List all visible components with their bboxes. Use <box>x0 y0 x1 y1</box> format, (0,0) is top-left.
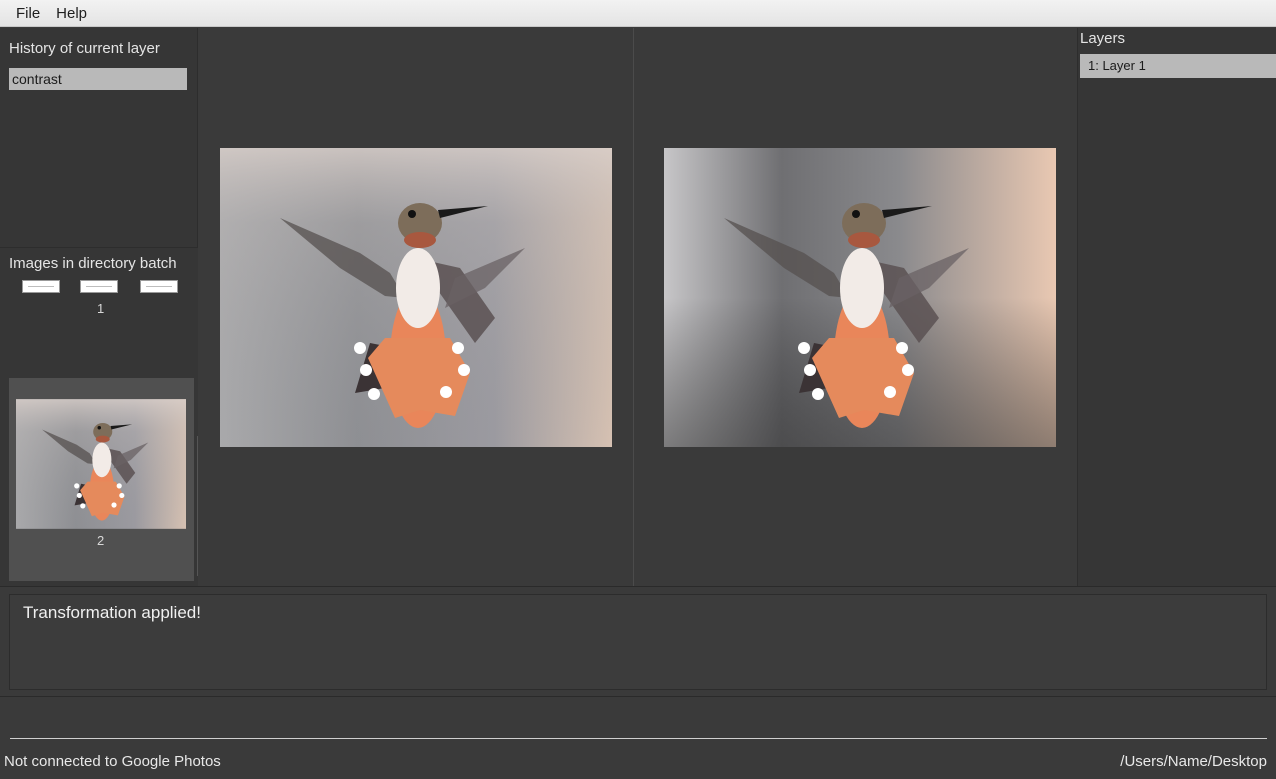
input-underline <box>10 738 1267 739</box>
layer-item-1[interactable]: 1: Layer 1 <box>1080 54 1276 78</box>
menu-help[interactable]: Help <box>48 0 95 27</box>
layers-panel: Layers 1: Layer 1 <box>1077 28 1276 586</box>
console-message: Transformation applied! <box>23 603 201 622</box>
layers-title: Layers <box>1080 30 1126 47</box>
left-scrollbar[interactable] <box>197 436 198 576</box>
history-title: History of current layer <box>9 40 160 57</box>
menu-file[interactable]: File <box>8 0 48 27</box>
original-image <box>220 148 612 447</box>
batch-thumbnail-2[interactable] <box>16 399 186 529</box>
status-bar: Not connected to Google Photos /Users/Na… <box>0 744 1276 779</box>
message-console: Transformation applied! <box>9 594 1267 690</box>
batch-group-label-2: 2 <box>97 533 105 548</box>
batch-group-2[interactable]: 2 <box>9 378 194 581</box>
left-panel: History of current layer contrast Images… <box>0 28 198 586</box>
batch-thumbnail-1c[interactable] <box>140 280 178 293</box>
current-path: /Users/Name/Desktop <box>1120 753 1267 770</box>
history-item-contrast[interactable]: contrast <box>9 68 187 90</box>
command-input[interactable] <box>0 697 1276 743</box>
connection-status: Not connected to Google Photos <box>4 753 221 770</box>
batch-title: Images in directory batch <box>9 255 177 272</box>
divider <box>0 586 1276 587</box>
split-divider[interactable] <box>633 28 634 586</box>
batch-thumbnail-1b[interactable] <box>80 280 118 293</box>
menu-bar: File Help <box>0 0 1276 27</box>
batch-group-label-1: 1 <box>97 301 105 316</box>
history-panel <box>0 28 198 248</box>
batch-thumbnail-1a[interactable] <box>22 280 60 293</box>
transformed-image <box>664 148 1056 447</box>
